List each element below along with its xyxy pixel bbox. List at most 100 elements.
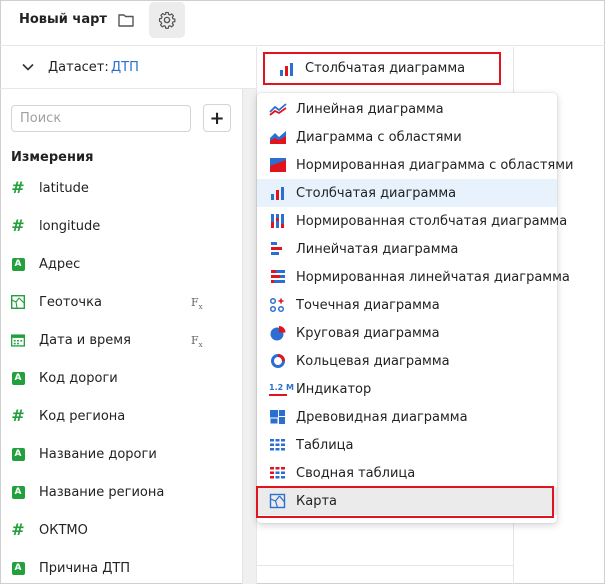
field-type-icon <box>11 295 25 309</box>
indicator-icon: 1.2 M <box>269 381 294 397</box>
scrollbar[interactable] <box>242 89 256 584</box>
folder-icon <box>118 14 134 27</box>
settings-button[interactable] <box>149 2 185 38</box>
field-item[interactable]: Геоточка Fx <box>0 284 242 322</box>
fields-panel: + Измерения # latitude # longitude A Адрес Гео… <box>0 89 242 584</box>
dataset-row[interactable]: Датасет: ДТП <box>0 47 256 89</box>
divider <box>256 565 513 566</box>
normalized-bar-chart-icon <box>269 269 287 285</box>
chart-type-option[interactable]: Диаграмма с областями <box>257 123 557 151</box>
chart-type-selector[interactable]: Столбчатая диаграмма <box>263 52 501 85</box>
chart-type-option-label: Сводная таблица <box>296 466 416 481</box>
chart-type-option-label: Нормированная линейчатая диаграмма <box>296 270 570 285</box>
field-type-icon: A <box>11 447 25 461</box>
chart-type-option-label: Столбчатая диаграмма <box>296 186 457 201</box>
donut-chart-icon <box>269 353 287 369</box>
formula-icon-subscript: x <box>198 303 203 312</box>
chart-type-option[interactable]: Нормированная столбчатая диаграмма <box>257 207 567 235</box>
number-icon: # <box>11 520 25 539</box>
formula-icon-letter: F <box>191 296 199 309</box>
chart-type-option[interactable]: Нормированная диаграмма с областями <box>257 151 573 179</box>
chart-type-option-label: Таблица <box>296 438 354 453</box>
field-label: Причина ДТП <box>39 561 131 576</box>
chart-type-option[interactable]: Линейная диаграмма <box>257 95 557 123</box>
string-icon: A <box>11 371 25 385</box>
map-highlight-box <box>256 486 554 518</box>
field-item[interactable]: # latitude <box>0 170 242 208</box>
formula-icon: Fx <box>191 334 203 349</box>
field-type-icon: # <box>11 180 25 196</box>
area-chart-icon <box>269 129 287 145</box>
field-label: Адрес <box>39 257 81 272</box>
string-icon: A <box>11 447 25 461</box>
chart-type-option[interactable]: Кольцевая диаграмма <box>257 347 557 375</box>
formula-icon-subscript: x <box>198 341 203 350</box>
add-field-button[interactable]: + <box>203 104 231 132</box>
dataset-link[interactable]: ДТП <box>111 60 139 75</box>
folder-button[interactable] <box>114 8 138 32</box>
field-label: Название дороги <box>39 447 157 462</box>
dimensions-title: Измерения <box>11 150 94 165</box>
treemap-icon <box>269 409 287 425</box>
field-item[interactable]: # ОКТМО <box>0 512 242 550</box>
header: Новый чарт <box>0 0 605 46</box>
dataset-label: Датасет: <box>48 60 109 75</box>
field-type-icon: A <box>11 371 25 385</box>
field-label: ОКТМО <box>39 523 88 538</box>
chart-type-option[interactable]: Сводная таблица <box>257 459 557 487</box>
bar-chart-icon <box>269 241 287 257</box>
chart-type-option-label: Диаграмма с областями <box>296 130 462 145</box>
table-icon <box>269 437 287 453</box>
field-label: Код дороги <box>39 371 118 386</box>
field-item[interactable]: # longitude <box>0 208 242 246</box>
field-item[interactable]: A Адрес <box>0 246 242 284</box>
field-item[interactable]: Дата и время Fx <box>0 322 242 360</box>
search-input[interactable] <box>11 105 191 132</box>
field-type-icon: # <box>11 520 25 539</box>
chart-type-option[interactable]: Точечная диаграмма <box>257 291 557 319</box>
chart-type-option-label: Древовидная диаграмма <box>296 410 468 425</box>
field-label: Код региона <box>39 409 126 424</box>
pie-chart-icon <box>269 325 287 341</box>
chart-type-option-label: Точечная диаграмма <box>296 298 440 313</box>
field-type-icon: A <box>11 561 25 575</box>
chart-type-option[interactable]: Круговая диаграмма <box>257 319 557 347</box>
chevron-down-icon[interactable] <box>21 60 35 74</box>
datetime-icon <box>11 333 25 347</box>
string-icon: A <box>11 561 25 575</box>
chart-type-option[interactable]: Нормированная линейчатая диаграмма <box>257 263 570 291</box>
chart-type-option[interactable]: Таблица <box>257 431 557 459</box>
field-label: latitude <box>39 181 89 196</box>
chart-type-dropdown: Линейная диаграмма Диаграмма с областями Н… <box>257 93 573 523</box>
field-item[interactable]: A Название дороги <box>0 436 242 474</box>
chart-type-option[interactable]: 1.2 M Индикатор <box>257 375 557 403</box>
chart-type-option[interactable]: Столбчатая диаграмма <box>257 179 557 207</box>
number-icon: # <box>11 406 25 425</box>
field-label: Название региона <box>39 485 165 500</box>
field-item[interactable]: A Название региона <box>0 474 242 512</box>
column-chart-icon <box>269 185 287 201</box>
chart-type-option-label: Кольцевая диаграмма <box>296 354 450 369</box>
chart-type-option[interactable]: Древовидная диаграмма <box>257 403 557 431</box>
field-item[interactable]: # Код региона <box>0 398 242 436</box>
formula-icon: Fx <box>191 296 203 311</box>
string-icon: A <box>11 485 25 499</box>
field-label: longitude <box>39 219 101 234</box>
normalized-column-chart-icon <box>269 213 287 229</box>
normalized-area-chart-icon <box>269 157 287 173</box>
field-type-icon <box>11 333 25 347</box>
number-icon: # <box>11 216 25 235</box>
chart-type-option-label: Нормированная диаграмма с областями <box>296 158 574 173</box>
geopoint-icon <box>11 295 25 309</box>
field-label: Дата и время <box>39 333 131 348</box>
field-item[interactable]: A Код дороги <box>0 360 242 398</box>
scatter-chart-icon <box>269 297 287 313</box>
chart-type-selector-label: Столбчатая диаграмма <box>305 61 466 76</box>
field-item[interactable]: A Причина ДТП <box>0 550 242 584</box>
field-type-icon: # <box>11 406 25 425</box>
chart-type-option-label: Линейная диаграмма <box>296 102 444 117</box>
chart-type-option[interactable]: Линейчатая диаграмма <box>257 235 557 263</box>
chart-type-option-label: Индикатор <box>296 382 372 397</box>
chart-type-option-label: Линейчатая диаграмма <box>296 242 459 257</box>
gear-icon <box>158 11 176 29</box>
